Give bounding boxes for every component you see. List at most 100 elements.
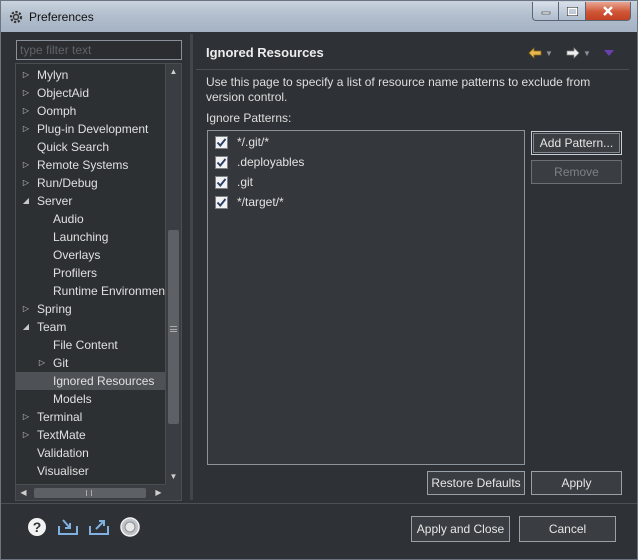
collapsed-arrow-icon[interactable]: ▷ (21, 426, 31, 444)
tree-item[interactable]: ◢ Server (23, 192, 73, 210)
tree-item-label: Audio (53, 212, 84, 226)
tree-horizontal-scrollbar[interactable]: ◀ ▶ (16, 484, 166, 500)
checkmark-icon (216, 157, 227, 167)
tree-item[interactable]: ▷ Plug-in Development (23, 120, 148, 138)
tree-item[interactable]: ◢ Team (23, 318, 66, 336)
tree-item-label: Validation (37, 446, 89, 460)
collapsed-arrow-icon[interactable]: ▷ (21, 408, 31, 426)
tree-item[interactable]: Audio (53, 210, 84, 228)
tree-item-label: Mylyn (37, 68, 69, 82)
back-button[interactable]: ▼ (528, 45, 553, 61)
cancel-button[interactable]: Cancel (519, 516, 616, 542)
tree-item[interactable]: Visualiser (37, 462, 89, 480)
pattern-checkbox[interactable] (215, 175, 228, 189)
close-icon (603, 6, 613, 16)
tree-vertical-scrollbar[interactable]: ▲ ▼ (165, 64, 181, 485)
tree-item-label: Quick Search (37, 140, 110, 154)
page-title: Ignored Resources (206, 45, 324, 60)
collapsed-arrow-icon[interactable]: ▷ (21, 102, 31, 120)
back-arrow-icon (528, 47, 542, 59)
filter-input[interactable] (16, 40, 182, 60)
pattern-checkbox[interactable] (215, 155, 228, 169)
tree-item-label: Terminal (37, 410, 83, 424)
chevron-down-icon[interactable]: ▼ (583, 49, 591, 58)
collapsed-arrow-icon[interactable]: ▷ (21, 120, 31, 138)
page-description: Use this page to specify a list of resou… (206, 75, 591, 104)
scrollbar-corner (165, 484, 181, 500)
tree-item-label: Run/Debug (37, 176, 98, 190)
tree-item[interactable]: ▷ Terminal (23, 408, 83, 426)
tree-item-label: ObjectAid (37, 86, 90, 100)
panel-sash[interactable] (190, 34, 193, 500)
tree-item[interactable]: Launching (53, 228, 108, 246)
help-icon[interactable]: ? (25, 515, 49, 539)
collapsed-arrow-icon[interactable]: ▷ (21, 300, 31, 318)
pattern-text: */target/* (237, 195, 284, 209)
pattern-text: */.git/* (237, 135, 270, 149)
tree-item[interactable]: ▷ Remote Systems (23, 156, 128, 174)
collapsed-arrow-icon[interactable]: ▷ (21, 174, 31, 192)
tree-item[interactable]: ▷ Run/Debug (23, 174, 98, 192)
collapsed-arrow-icon[interactable]: ▷ (21, 84, 31, 102)
expanded-arrow-icon[interactable]: ◢ (21, 318, 31, 336)
checkmark-icon (216, 197, 227, 207)
patterns-list[interactable]: */.git/* .deployables .git */target/* (207, 130, 525, 465)
tree-item-label: Launching (53, 230, 109, 244)
tree-item[interactable]: ▷ TextMate (23, 426, 86, 444)
restore-defaults-button[interactable]: Restore Defaults (427, 471, 525, 495)
import-icon[interactable] (56, 515, 80, 539)
apply-and-close-button[interactable]: Apply and Close (411, 516, 510, 542)
record-icon[interactable] (118, 515, 142, 539)
view-menu-button[interactable] (604, 45, 614, 61)
tree-item[interactable]: Models (53, 390, 92, 408)
scroll-left-icon[interactable]: ◀ (16, 485, 31, 500)
tree-item[interactable]: Runtime Environments (53, 282, 166, 300)
tree-item-label: Runtime Environments (53, 284, 166, 298)
pattern-checkbox[interactable] (215, 195, 228, 209)
collapsed-arrow-icon[interactable]: ▷ (21, 66, 31, 84)
pattern-row[interactable]: */target/* (215, 192, 284, 212)
tree-item-label: Overlays (53, 248, 101, 262)
close-button[interactable] (586, 2, 631, 21)
tree-item[interactable]: File Content (53, 336, 118, 354)
tree-item[interactable]: Ignored Resources (16, 372, 166, 390)
tree-item-label: Models (53, 392, 92, 406)
tree-item-label: Server (37, 194, 73, 208)
maximize-button[interactable] (559, 2, 586, 21)
export-icon[interactable] (87, 515, 111, 539)
scroll-up-icon[interactable]: ▲ (166, 64, 181, 80)
tree-item[interactable]: ▷ ObjectAid (23, 84, 90, 102)
minimize-icon (541, 11, 550, 15)
preferences-window: Preferences ▷ Mylyn ▷ ObjectAid ▷ Oomph ▷ Plug-… (0, 0, 638, 560)
pattern-row[interactable]: .deployables (215, 152, 304, 172)
chevron-down-icon[interactable]: ▼ (545, 49, 553, 58)
grip-icon (86, 490, 92, 496)
tree-item[interactable]: Profilers (53, 264, 97, 282)
forward-button[interactable]: ▼ (566, 45, 591, 61)
expanded-arrow-icon[interactable]: ◢ (21, 192, 31, 210)
tree-item[interactable]: ▷ Oomph (23, 102, 76, 120)
pattern-text: .deployables (237, 155, 305, 169)
scroll-right-icon[interactable]: ▶ (151, 485, 166, 500)
tree-item[interactable]: Quick Search (37, 138, 109, 156)
tree-item[interactable]: ▷ Mylyn (23, 66, 69, 84)
collapsed-arrow-icon[interactable]: ▷ (21, 156, 31, 174)
pattern-row[interactable]: .git (215, 172, 253, 192)
tree-item-label: Visualiser (37, 464, 89, 478)
tree-item[interactable]: Validation (37, 444, 89, 462)
tree-item[interactable]: ▷ Git (39, 354, 68, 372)
tree-item-label: Profilers (53, 266, 98, 280)
pattern-checkbox[interactable] (215, 135, 228, 149)
scroll-down-icon[interactable]: ▼ (166, 469, 181, 485)
minimize-button[interactable] (532, 2, 559, 21)
apply-button[interactable]: Apply (531, 471, 622, 495)
collapsed-arrow-icon[interactable]: ▷ (37, 354, 47, 372)
tree-item[interactable]: Overlays (53, 246, 100, 264)
tree-item[interactable]: ▷ Spring (23, 300, 72, 318)
add-pattern-button[interactable]: Add Pattern... (531, 131, 622, 155)
pattern-row[interactable]: */.git/* (215, 132, 269, 152)
preference-tree: ▷ Mylyn ▷ ObjectAid ▷ Oomph ▷ Plug-in Developme… (15, 63, 182, 501)
view-menu-icon (604, 50, 614, 56)
title-bar[interactable]: Preferences (1, 1, 637, 32)
remove-button[interactable]: Remove (531, 160, 622, 184)
